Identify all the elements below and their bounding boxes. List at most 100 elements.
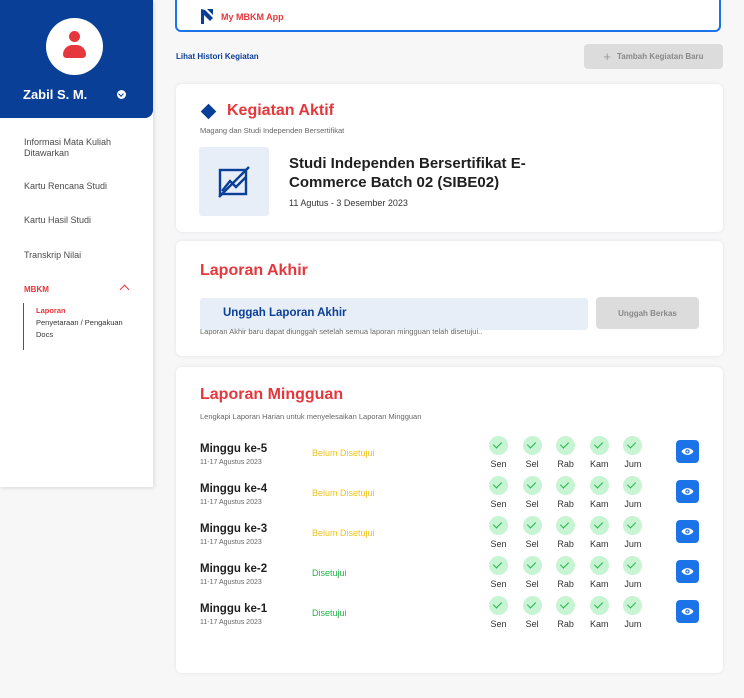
eye-icon	[681, 488, 694, 495]
laporan-mingguan-subtitle: Lengkapi Laporan Harian untuk menyelesai…	[200, 412, 422, 421]
day-item[interactable]: Jum	[623, 436, 657, 469]
check-icon	[489, 436, 508, 455]
table-row: Minggu ke-3 11-17 Agustus 2023 Belum Diset…	[200, 516, 700, 559]
status-badge: Belum Disetujui	[312, 488, 375, 498]
day-label: Sen	[490, 579, 507, 589]
day-label: Rab	[557, 619, 574, 629]
check-icon	[522, 596, 542, 615]
week-name: Minggu ke-2	[200, 563, 268, 575]
day-item[interactable]: Jum	[623, 556, 657, 589]
day-item[interactable]: Kam	[589, 556, 624, 589]
day-label: Kam	[590, 619, 609, 629]
day-item[interactable]: Sel	[522, 476, 557, 509]
sidebar-item-kartu-rencana-studi[interactable]: Kartu Rencana Studi	[24, 181, 134, 192]
sidebar-item-transkrip-nilai[interactable]: Transkrip Nilai	[24, 250, 134, 261]
daily-report-days: Sen Sel Rab Kam Jum	[489, 556, 657, 589]
day-item[interactable]: Sel	[522, 596, 557, 629]
day-item[interactable]: Jum	[623, 516, 657, 549]
sidebar-item-mbkm[interactable]: MBKM	[24, 285, 49, 294]
view-report-button[interactable]	[676, 520, 699, 543]
view-report-button[interactable]	[676, 560, 699, 583]
day-label: Kam	[590, 539, 609, 549]
day-item[interactable]: Jum	[623, 476, 657, 509]
day-item[interactable]: Sen	[489, 436, 523, 469]
check-icon	[522, 476, 542, 495]
check-icon	[556, 476, 576, 495]
activity-title[interactable]: Studi Independen Bersertifikat E-Commerc…	[289, 154, 549, 192]
tambah-kegiatan-button[interactable]: + Tambah Kegiatan Baru	[584, 44, 723, 69]
day-item[interactable]: Kam	[589, 516, 624, 549]
day-item[interactable]: Rab	[556, 596, 590, 629]
unggah-berkas-button[interactable]: Unggah Berkas	[596, 297, 699, 329]
day-item[interactable]: Rab	[556, 476, 590, 509]
day-item[interactable]: Kam	[589, 476, 624, 509]
sidebar-item-informasi-mata-kuliah[interactable]: Informasi Mata Kuliah Ditawarkan	[24, 137, 134, 159]
day-item[interactable]: Jum	[623, 596, 657, 629]
sidebar-subnav-mbkm: Laporan Penyetaraan / Pengakuan Docs	[23, 303, 123, 350]
day-label: Rab	[557, 459, 574, 469]
app-label[interactable]: My MBKM App	[221, 12, 284, 22]
mbkm-logo-icon	[201, 9, 213, 24]
day-label: Sen	[490, 459, 507, 469]
sidebar-subitem-laporan[interactable]: Laporan	[36, 307, 123, 315]
daily-report-days: Sen Sel Rab Kam Jum	[489, 516, 657, 549]
day-item[interactable]: Sen	[489, 596, 523, 629]
day-label: Jum	[624, 619, 642, 629]
day-label: Kam	[590, 499, 609, 509]
table-row: Minggu ke-4 11-17 Agustus 2023 Belum Diset…	[200, 476, 700, 519]
sidebar-subitem-penyetaraan[interactable]: Penyetaraan / Pengakuan	[36, 319, 123, 327]
daily-report-days: Sen Sel Rab Kam Jum	[489, 436, 657, 469]
check-icon	[589, 476, 609, 495]
week-name: Minggu ke-5	[200, 443, 268, 455]
chevron-up-icon[interactable]	[119, 284, 130, 295]
eye-icon	[681, 568, 694, 575]
day-item[interactable]: Sen	[489, 516, 523, 549]
week-date: 11-17 Agustus 2023	[200, 539, 262, 546]
diamond-icon	[200, 103, 217, 120]
check-icon	[489, 556, 508, 575]
day-item[interactable]: Kam	[589, 436, 624, 469]
laporan-akhir-card: Laporan Akhir Unggah Laporan Akhir Ungga…	[176, 241, 723, 356]
sidebar-item-kartu-hasil-studi[interactable]: Kartu Hasil Studi	[24, 215, 134, 226]
check-icon	[556, 516, 576, 535]
view-report-button[interactable]	[676, 600, 699, 623]
day-label: Sel	[525, 539, 539, 549]
check-icon	[489, 476, 508, 495]
day-item[interactable]: Rab	[556, 516, 590, 549]
day-label: Sen	[490, 539, 507, 549]
profile-header: Zabil S. M.	[0, 0, 153, 118]
histori-kegiatan-link[interactable]: Lihat Histori Kegiatan	[176, 52, 259, 61]
day-label: Sen	[490, 499, 507, 509]
check-icon	[489, 516, 508, 535]
status-badge: Belum Disetujui	[312, 528, 375, 538]
day-label: Sel	[525, 579, 539, 589]
kegiatan-aktif-subtitle: Magang dan Studi Independen Bersertifika…	[200, 126, 345, 135]
status-badge: Disetujui	[312, 608, 347, 618]
table-row: Minggu ke-1 11-17 Agustus 2023 Disetujui Se…	[200, 596, 700, 639]
day-label: Rab	[557, 579, 574, 589]
avatar[interactable]	[46, 18, 103, 75]
profile-name: Zabil S. M.	[23, 87, 88, 102]
check-icon	[623, 556, 643, 575]
view-report-button[interactable]	[676, 480, 699, 503]
unggah-laporan-field[interactable]: Unggah Laporan Akhir	[200, 298, 588, 330]
week-date: 11-17 Agustus 2023	[200, 459, 262, 466]
day-item[interactable]: Rab	[556, 556, 590, 589]
check-icon	[623, 516, 643, 535]
check-icon	[522, 556, 542, 575]
daily-report-days: Sen Sel Rab Kam Jum	[489, 596, 657, 629]
day-item[interactable]: Sel	[522, 556, 557, 589]
check-icon	[556, 596, 576, 615]
day-item[interactable]: Rab	[556, 436, 590, 469]
day-item[interactable]: Kam	[589, 596, 624, 629]
day-item[interactable]: Sel	[522, 516, 557, 549]
profile-dropdown-icon[interactable]	[117, 90, 126, 99]
day-item[interactable]: Sen	[489, 476, 523, 509]
laporan-akhir-note: Laporan Akhir baru dapat diunggah setela…	[200, 327, 483, 336]
sidebar-subitem-docs[interactable]: Docs	[36, 331, 123, 339]
day-item[interactable]: Sel	[522, 436, 557, 469]
day-item[interactable]: Sen	[489, 556, 523, 589]
view-report-button[interactable]	[676, 440, 699, 463]
day-label: Jum	[624, 579, 642, 589]
day-label: Sen	[490, 619, 507, 629]
